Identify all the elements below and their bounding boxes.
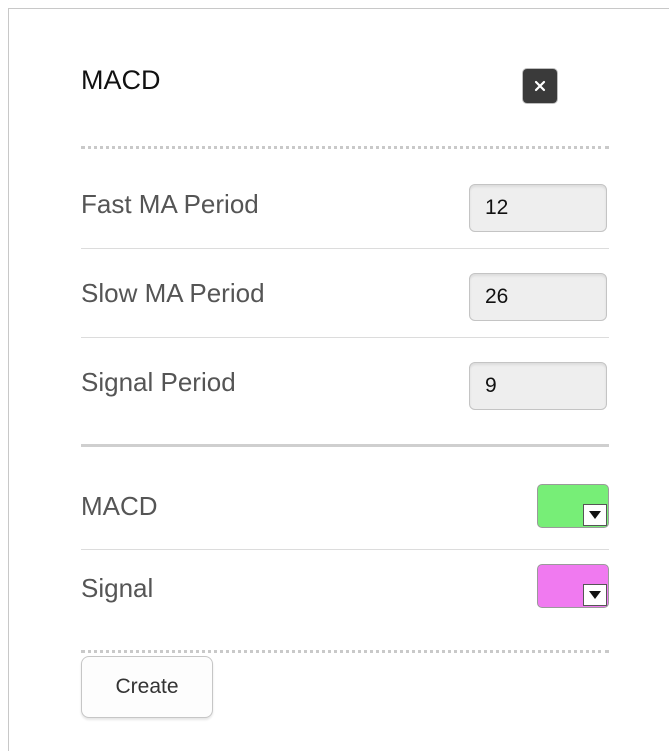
footer-divider: [81, 650, 609, 653]
signal-period-label: Signal Period: [81, 367, 236, 397]
signal-color-label: Signal: [81, 573, 154, 603]
row-divider: [81, 337, 609, 338]
dropdown-arrow-icon: [583, 504, 607, 526]
macd-dialog: MACD Fast MA Period Slow MA Period Signa…: [8, 8, 669, 751]
dropdown-arrow-icon: [583, 584, 607, 606]
slow-ma-period-input[interactable]: [469, 273, 607, 321]
macd-color-label: MACD: [81, 491, 158, 521]
dialog-title: MACD: [81, 65, 161, 95]
fast-ma-period-input[interactable]: [469, 184, 607, 232]
row-divider: [81, 549, 609, 550]
create-button[interactable]: Create: [81, 656, 213, 718]
slow-ma-period-label: Slow MA Period: [81, 278, 265, 308]
close-icon: [534, 80, 546, 92]
close-button[interactable]: [523, 69, 557, 103]
macd-color-picker[interactable]: [537, 484, 609, 528]
row-divider: [81, 248, 609, 249]
fast-ma-period-label: Fast MA Period: [81, 189, 259, 219]
signal-color-picker[interactable]: [537, 564, 609, 608]
signal-period-input[interactable]: [469, 362, 607, 410]
title-divider: [81, 146, 609, 149]
section-divider: [81, 444, 609, 447]
